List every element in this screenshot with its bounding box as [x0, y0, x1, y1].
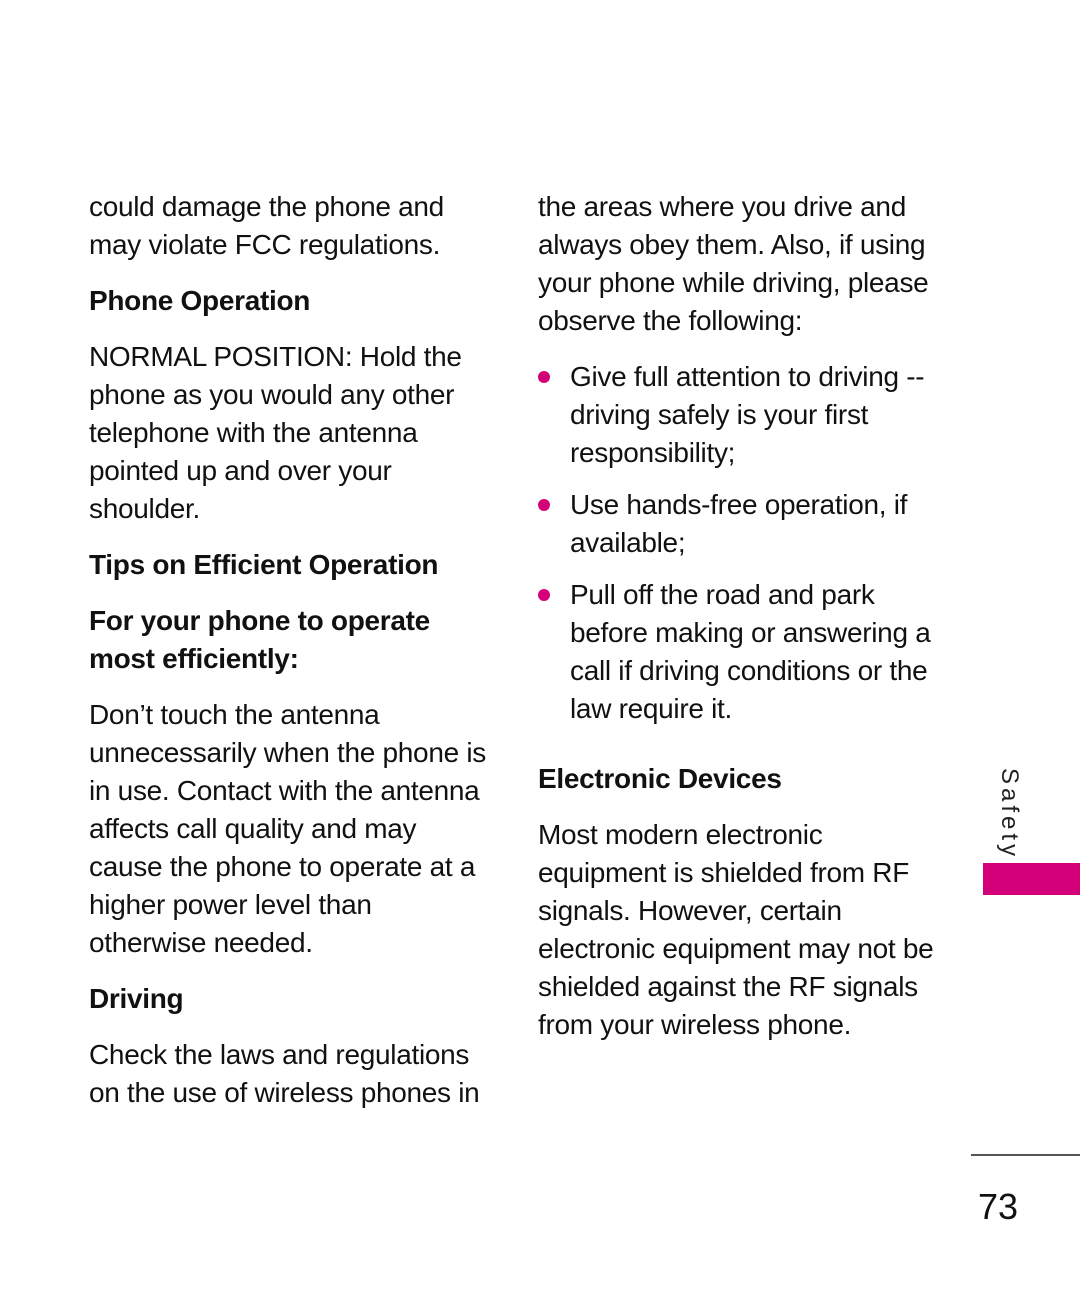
driving-continued-text: the areas where you drive and always obe…	[538, 191, 929, 336]
right-column: the areas where you drive and always obe…	[538, 188, 938, 1044]
bullet-icon	[538, 589, 550, 601]
section-side-label: Safety	[996, 768, 1023, 861]
bullet-icon	[538, 371, 550, 383]
footer-divider	[971, 1154, 1080, 1156]
intro-text: could damage the phone and may violate F…	[89, 191, 444, 260]
section-tab-marker	[983, 863, 1080, 895]
list-item: Use hands-free operation, if available;	[538, 486, 938, 562]
electronic-devices-heading: Electronic Devices	[538, 763, 782, 794]
tips-body: Don’t touch the antenna unnecessarily wh…	[89, 699, 486, 958]
list-item: Give full attention to driving -- drivin…	[538, 358, 938, 472]
page-number: 73	[978, 1186, 1019, 1227]
phone-operation-body: NORMAL POSITION: Hold the phone as you w…	[89, 341, 462, 524]
driving-heading: Driving	[89, 983, 184, 1014]
electronic-devices-body: Most modern electronic equipment is shie…	[538, 819, 934, 1040]
driving-tips-list: Give full attention to driving -- drivin…	[538, 358, 938, 728]
list-item: Pull off the road and park before making…	[538, 576, 938, 728]
bullet-icon	[538, 499, 550, 511]
tips-heading: Tips on Efficient Operation	[89, 549, 439, 580]
phone-operation-heading: Phone Operation	[89, 285, 311, 316]
driving-body: Check the laws and regulations on the us…	[89, 1039, 480, 1108]
tips-subheading: For your phone to operate most efficient…	[89, 605, 430, 674]
left-column: could damage the phone and may violate F…	[89, 188, 489, 1112]
